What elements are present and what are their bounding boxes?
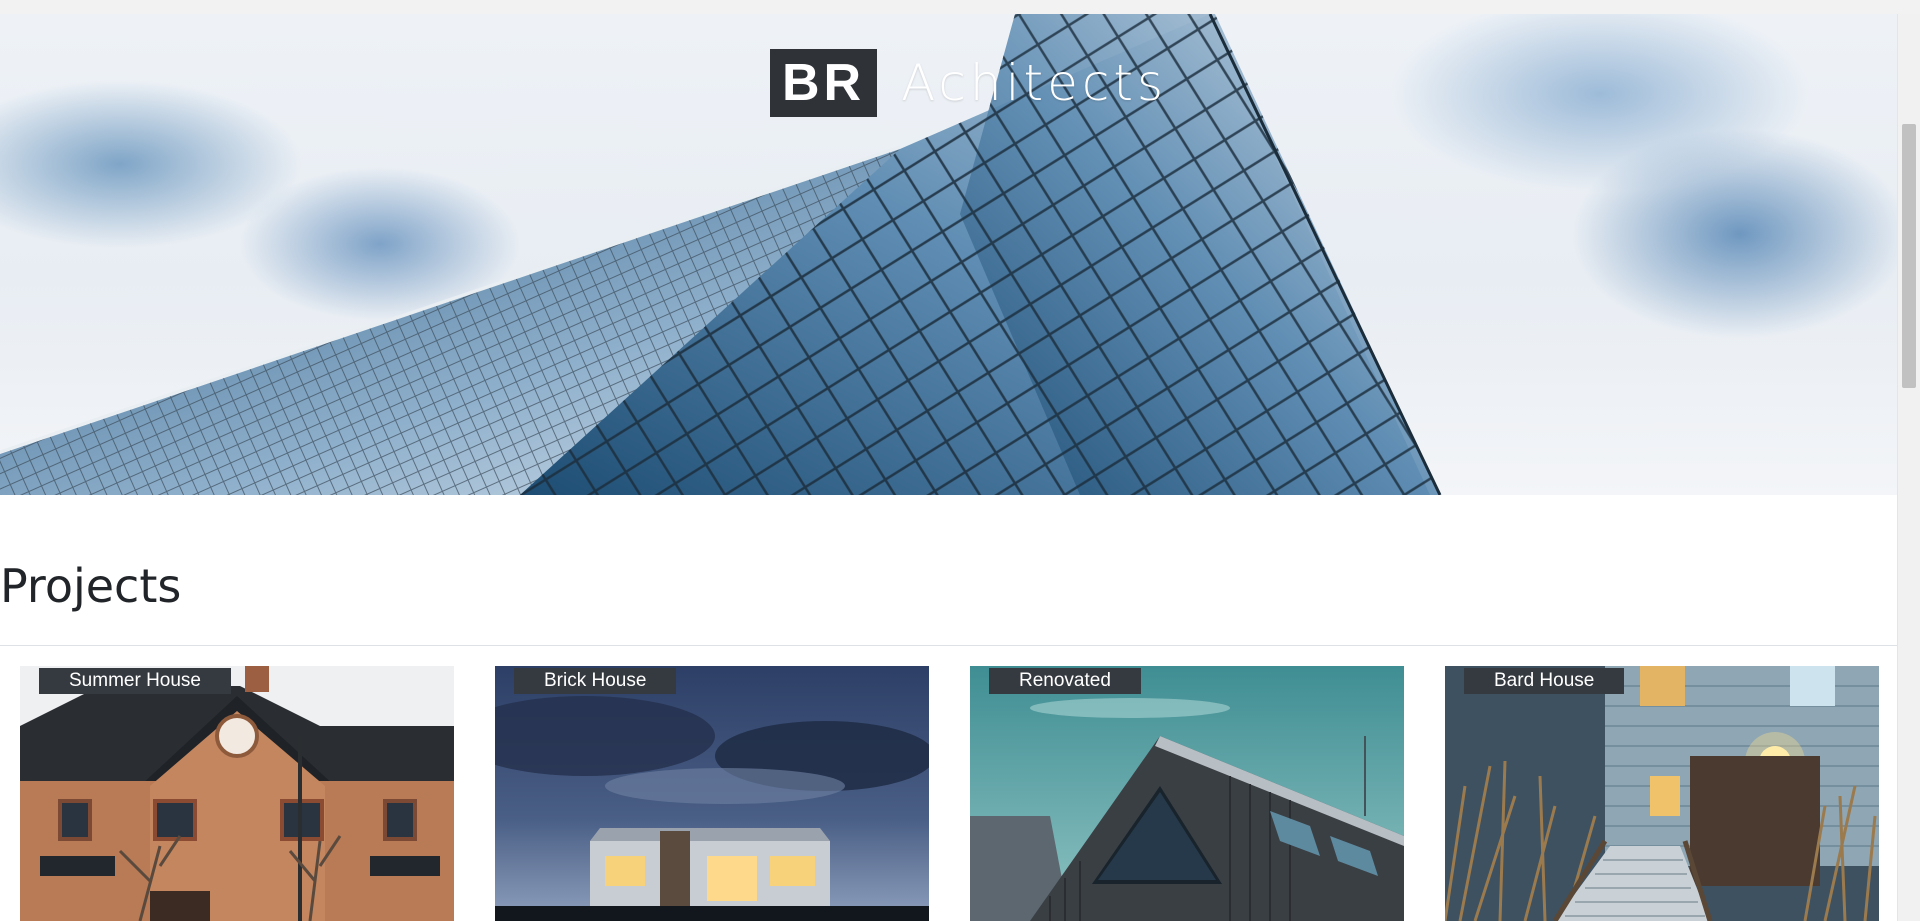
- project-label: Bard House: [1464, 668, 1625, 694]
- project-cards: Summer House Brick House Renovated Bard …: [20, 666, 1880, 921]
- project-label: Brick House: [514, 668, 677, 694]
- project-image-bard-house: [1445, 666, 1879, 921]
- project-card-renovated[interactable]: Renovated: [970, 666, 1404, 921]
- hero-banner: BR Achitects: [0, 14, 1898, 495]
- page-scrollbar[interactable]: [1897, 14, 1920, 921]
- page: BR Achitects Projects Summer House Brick…: [0, 14, 1898, 921]
- brand-logo[interactable]: BR Achitects: [770, 49, 1167, 117]
- project-image-brick-house: [495, 666, 929, 921]
- projects-heading: Projects: [0, 559, 182, 613]
- browser-bookmarks-bar: [0, 0, 1920, 15]
- project-image-summer-house: [20, 666, 454, 921]
- logo-mark: BR: [770, 49, 878, 117]
- project-label: Renovated: [989, 668, 1141, 694]
- project-card-brick-house[interactable]: Brick House: [495, 666, 929, 921]
- scrollbar-thumb[interactable]: [1902, 124, 1916, 388]
- project-card-summer-house[interactable]: Summer House: [20, 666, 454, 921]
- project-label: Summer House: [39, 668, 231, 694]
- project-image-renovated: [970, 666, 1404, 921]
- logo-text: Achitects: [901, 54, 1168, 112]
- project-card-bard-house[interactable]: Bard House: [1445, 666, 1879, 921]
- section-divider: [0, 645, 1898, 646]
